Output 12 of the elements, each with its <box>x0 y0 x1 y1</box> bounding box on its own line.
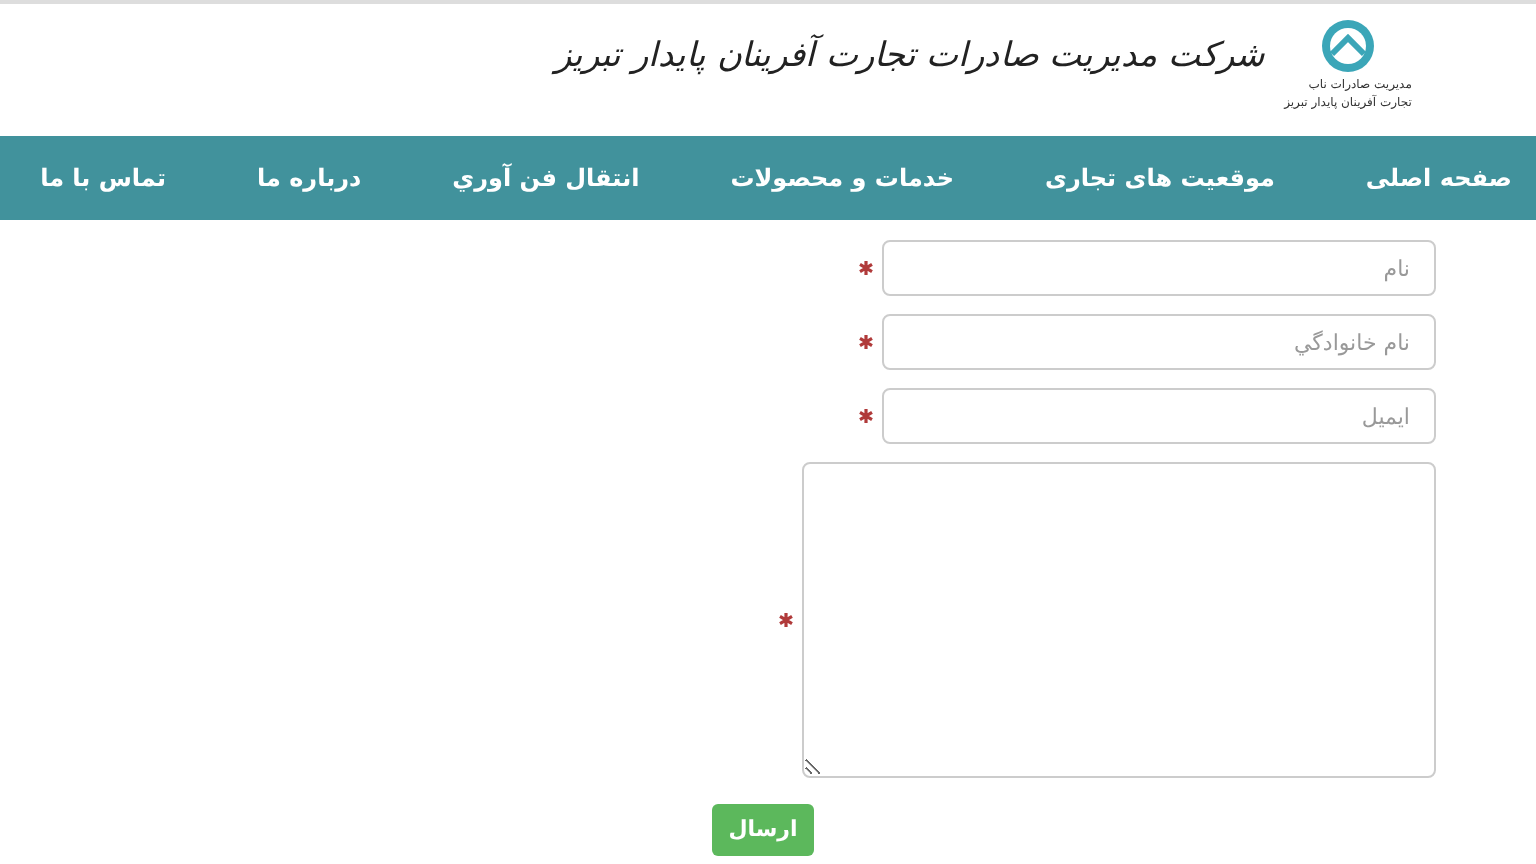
nav-link[interactable]: خدمات و محصولات <box>730 160 954 196</box>
message-field[interactable] <box>802 462 1436 778</box>
submit-button[interactable]: ارسال <box>712 804 814 856</box>
text-field[interactable]: ایمیل <box>882 388 1436 444</box>
nav-link[interactable]: انتقال فن آوري <box>452 160 640 196</box>
nav-link[interactable]: موقعیت های تجاری <box>1044 160 1275 196</box>
text-field[interactable]: نام <box>882 240 1436 296</box>
nav-link[interactable]: تماس با ما <box>40 160 166 196</box>
nav-link[interactable]: درباره ما <box>256 160 362 196</box>
text-field[interactable]: نام خانوادگي <box>882 314 1436 370</box>
site-title: شرکت مدیریت صادرات تجارت آفرینان پایدار تبریز <box>555 32 1264 80</box>
nav-link[interactable]: صفحه اصلی <box>1365 160 1512 196</box>
